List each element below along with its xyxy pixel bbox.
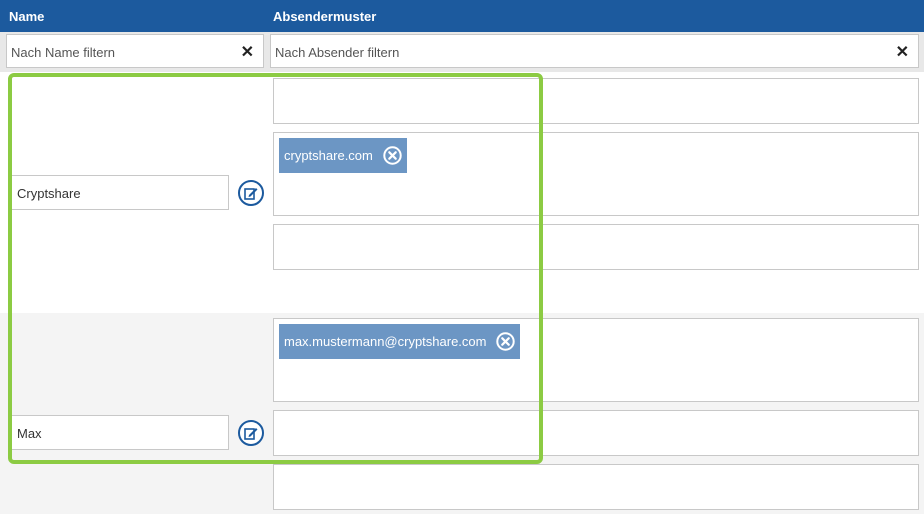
- sender-pattern-field[interactable]: [273, 464, 919, 510]
- filter-bar: Nach Name filtern ✕ Nach Absender filter…: [0, 32, 924, 72]
- name-filter-input[interactable]: Nach Name filtern ✕: [6, 34, 264, 68]
- highlight-frame: [8, 73, 543, 464]
- close-icon[interactable]: ✕: [241, 42, 254, 62]
- column-header-sender-pattern: Absendermuster: [273, 9, 377, 24]
- table-header: Name Absendermuster: [0, 0, 924, 32]
- sender-filter-placeholder: Nach Absender filtern: [275, 45, 400, 60]
- name-filter-placeholder: Nach Name filtern: [11, 45, 116, 60]
- close-icon[interactable]: ✕: [896, 42, 909, 62]
- column-header-name: Name: [9, 9, 45, 24]
- sender-filter-input[interactable]: Nach Absender filtern ✕: [270, 34, 919, 68]
